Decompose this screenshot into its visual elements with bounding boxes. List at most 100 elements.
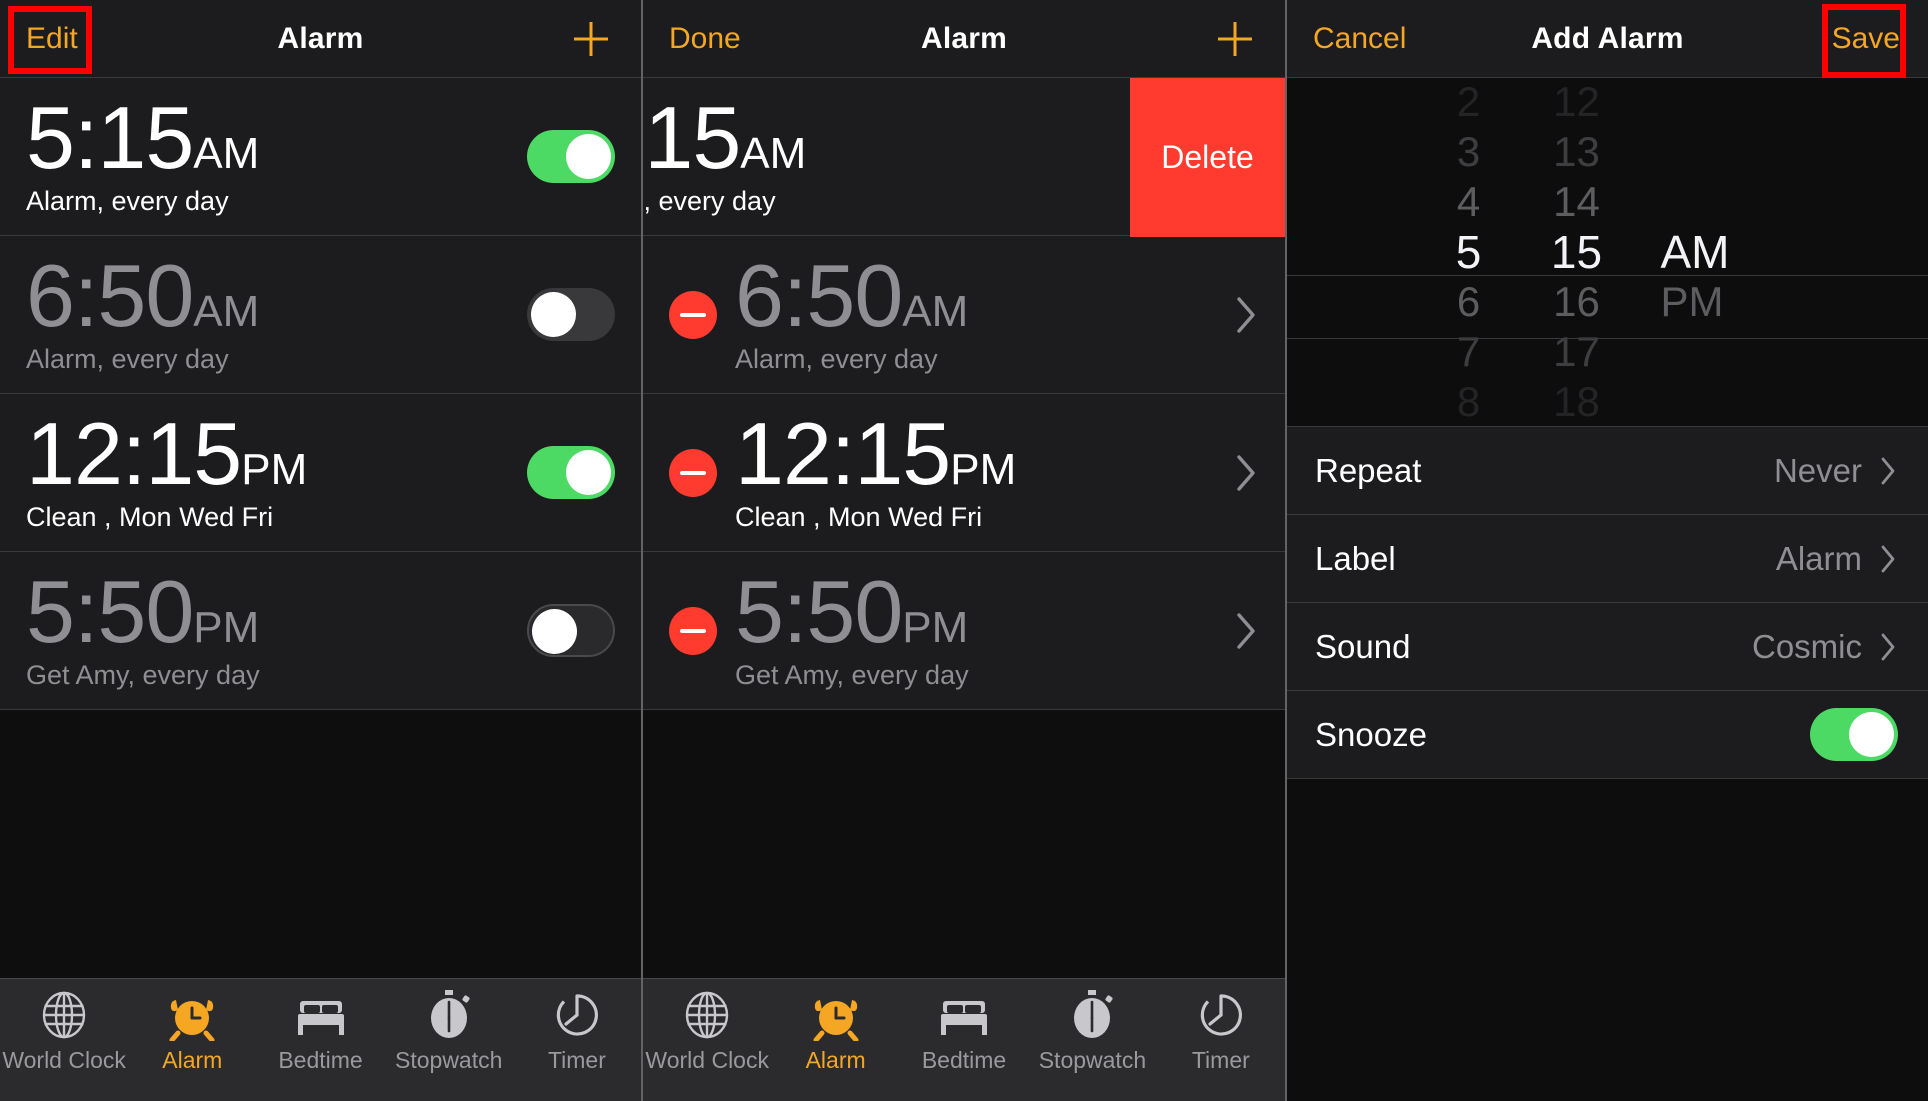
- settings-row-snooze[interactable]: Snooze: [1287, 691, 1928, 779]
- alarm-time: 12:15PM: [735, 404, 1017, 504]
- remove-alarm-icon[interactable]: [669, 290, 717, 339]
- tab-label: Alarm: [162, 1047, 223, 1073]
- alarm-subtitle: Alarm, every day: [26, 343, 229, 374]
- add-alarm-icon[interactable]: [1215, 19, 1255, 59]
- alarm-settings-list: Repeat Never Label Alarm Sound Cosmic Sn…: [1287, 426, 1928, 779]
- alarm-time: 5:50PM: [26, 562, 260, 662]
- minute-wheel[interactable]: 12 13 14 15 16 17 18: [1523, 78, 1631, 426]
- done-button[interactable]: Done: [669, 22, 741, 56]
- hour-option[interactable]: 8: [1457, 377, 1480, 426]
- chevron-right-icon: [1233, 451, 1259, 495]
- minute-option[interactable]: 13: [1553, 127, 1600, 177]
- tab-timer[interactable]: Timer: [1157, 987, 1285, 1074]
- alarm-toggle[interactable]: [527, 604, 615, 657]
- snooze-toggle[interactable]: [1810, 708, 1898, 761]
- tab-timer[interactable]: Timer: [513, 987, 641, 1074]
- hour-option-selected[interactable]: 5: [1456, 227, 1482, 277]
- period-option[interactable]: PM: [1661, 277, 1724, 327]
- minute-option[interactable]: 14: [1553, 177, 1600, 227]
- hour-wheel[interactable]: 2 3 4 5 6 7 8: [1415, 78, 1523, 426]
- settings-row-repeat[interactable]: Repeat Never: [1287, 427, 1928, 515]
- chevron-right-icon: [1878, 454, 1898, 488]
- timer-icon: [552, 987, 602, 1043]
- tab-label: Stopwatch: [395, 1047, 503, 1073]
- chevron-right-icon: [1878, 630, 1898, 664]
- alarm-ampm: PM: [902, 603, 969, 653]
- alarm-toggle[interactable]: [527, 446, 615, 499]
- alarm-row[interactable]: 5:50PM Get Amy, every day: [643, 552, 1285, 710]
- alarm-row-swiped[interactable]: 5:15AM Alarm, every day Delete: [643, 78, 1285, 237]
- period-wheel[interactable]: AM PM: [1631, 78, 1801, 426]
- alarm-subtitle: Clean , Mon Wed Fri: [735, 501, 983, 532]
- alarm-info: 5:50PM Get Amy, every day: [26, 562, 509, 691]
- toggle-knob: [531, 292, 576, 337]
- alarm-ampm: AM: [193, 129, 260, 179]
- alarm-row[interactable]: 12:15PM Clean , Mon Wed Fri: [0, 394, 641, 552]
- alarm-ampm: PM: [193, 603, 260, 653]
- remove-alarm-icon[interactable]: [669, 448, 717, 497]
- tab-stopwatch[interactable]: Stopwatch: [385, 987, 513, 1074]
- chevron-right-icon: [1233, 609, 1259, 653]
- remove-alarm-icon[interactable]: [669, 606, 717, 655]
- globe-icon: [39, 987, 89, 1043]
- minute-option[interactable]: 17: [1553, 327, 1600, 377]
- hour-option[interactable]: 4: [1457, 177, 1480, 227]
- alarm-info: 5:50PM Get Amy, every day: [735, 562, 1215, 691]
- hour-option[interactable]: 3: [1457, 127, 1480, 177]
- alarm-row[interactable]: 12:15PM Clean , Mon Wed Fri: [643, 394, 1285, 552]
- settings-label: Label: [1315, 539, 1396, 577]
- save-button[interactable]: Save: [1832, 22, 1900, 56]
- period-option-selected[interactable]: AM: [1661, 227, 1730, 277]
- delete-button[interactable]: Delete: [1130, 78, 1285, 237]
- settings-label: Repeat: [1315, 451, 1422, 489]
- alarm-time: 5:50PM: [735, 562, 969, 662]
- alarm-row[interactable]: 5:50PM Get Amy, every day: [0, 552, 641, 710]
- minute-option-selected[interactable]: 15: [1551, 227, 1602, 277]
- alarm-info: 6:50AM Alarm, every day: [735, 252, 1215, 375]
- hour-option[interactable]: 2: [1457, 78, 1480, 127]
- tab-bedtime[interactable]: Bedtime: [256, 987, 384, 1074]
- add-alarm-icon[interactable]: [571, 19, 611, 59]
- alarm-time: 6:50AM: [26, 246, 260, 346]
- settings-row-label[interactable]: Label Alarm: [1287, 515, 1928, 603]
- toggle-knob: [1849, 712, 1894, 757]
- screenshot-root: Edit Alarm 5:15AM Alarm, every day 6:50A…: [0, 0, 1928, 1101]
- alarm-time: 12:15PM: [26, 404, 308, 504]
- stopwatch-icon: [1068, 987, 1116, 1043]
- tab-world-clock[interactable]: World Clock: [0, 987, 128, 1074]
- alarm-row[interactable]: 6:50AM Alarm, every day: [0, 236, 641, 394]
- tab-alarm[interactable]: Alarm: [128, 987, 256, 1074]
- alarm-toggle[interactable]: [527, 130, 615, 183]
- tab-bedtime[interactable]: Bedtime: [900, 987, 1028, 1074]
- settings-value: Alarm: [1775, 539, 1862, 577]
- list-empty-area: [643, 710, 1285, 978]
- toggle-knob: [532, 609, 577, 654]
- settings-row-sound[interactable]: Sound Cosmic: [1287, 603, 1928, 691]
- alarm-subtitle: Alarm, every day: [735, 343, 938, 374]
- tab-stopwatch[interactable]: Stopwatch: [1028, 987, 1156, 1074]
- minute-option[interactable]: 12: [1553, 78, 1600, 127]
- alarm-row[interactable]: 5:15AM Alarm, every day: [0, 78, 641, 236]
- alarm-toggle[interactable]: [527, 288, 615, 341]
- cancel-button[interactable]: Cancel: [1313, 22, 1406, 56]
- panel-add-alarm: Cancel Add Alarm Save 2 3 4 5 6 7 8 12 1…: [1287, 0, 1928, 1101]
- minute-option[interactable]: 16: [1553, 277, 1600, 327]
- tab-label: Bedtime: [921, 1047, 1007, 1073]
- timer-icon: [1196, 987, 1246, 1043]
- hour-option[interactable]: 6: [1457, 277, 1480, 327]
- tab-world-clock[interactable]: World Clock: [643, 987, 771, 1074]
- chevron-right-icon: [1233, 293, 1259, 337]
- navbar-panel3: Cancel Add Alarm Save: [1287, 0, 1928, 78]
- hour-option[interactable]: 7: [1457, 327, 1480, 377]
- minute-option[interactable]: 18: [1553, 377, 1600, 426]
- settings-value: Never: [1773, 451, 1862, 489]
- page-title: Alarm: [277, 21, 364, 55]
- alarm-list-panel1: 5:15AM Alarm, every day 6:50AM Alarm, ev…: [0, 78, 641, 978]
- panel3-empty-area: [1287, 779, 1928, 1101]
- alarm-row[interactable]: 6:50AM Alarm, every day: [643, 236, 1285, 394]
- time-picker[interactable]: 2 3 4 5 6 7 8 12 13 14 15 16 17 18 AM PM: [1287, 78, 1928, 426]
- alarm-ampm: AM: [193, 287, 260, 337]
- tab-alarm[interactable]: Alarm: [771, 987, 899, 1074]
- list-empty-area: [0, 710, 641, 978]
- edit-button[interactable]: Edit: [26, 22, 78, 56]
